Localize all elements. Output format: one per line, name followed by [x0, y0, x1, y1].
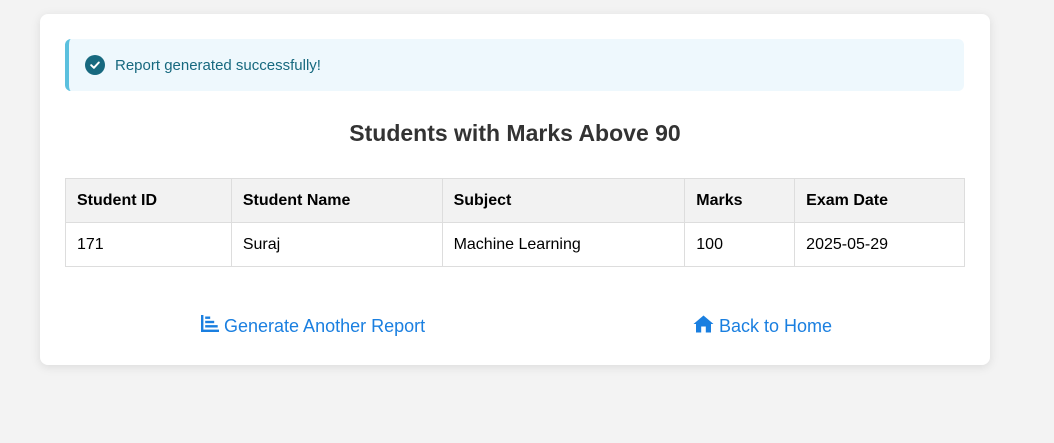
- column-header-student-name: Student Name: [230, 178, 443, 223]
- generate-another-report-label: Generate Another Report: [224, 315, 426, 336]
- page-title: Students with Marks Above 90: [349, 120, 681, 146]
- cell-marks: 100: [684, 222, 796, 267]
- column-header-marks: Marks: [684, 178, 796, 223]
- back-to-home-label: Back to Home: [719, 316, 833, 336]
- back-to-home-link[interactable]: Back to Home: [693, 315, 832, 338]
- check-circle-icon: [85, 55, 105, 75]
- table-header-row: Student ID Student Name Subject Marks Ex…: [65, 178, 965, 223]
- success-message: Report generated successfully!: [115, 56, 321, 74]
- table-row: 171 Suraj Machine Learning 100 2025-05-2…: [65, 222, 965, 267]
- column-header-exam-date: Exam Date: [794, 178, 965, 223]
- cell-student-name: Suraj: [230, 222, 443, 267]
- report-card: Report generated successfully! Students …: [40, 14, 990, 365]
- report-table: Student ID Student Name Subject Marks Ex…: [65, 178, 965, 267]
- home-icon: [693, 315, 719, 338]
- bar-chart-icon: [201, 315, 224, 337]
- column-header-student-id: Student ID: [65, 178, 232, 223]
- cell-exam-date: 2025-05-29: [794, 222, 965, 267]
- generate-another-report-link[interactable]: Generate Another Report: [201, 315, 425, 337]
- cell-student-id: 171: [65, 222, 232, 267]
- column-header-subject: Subject: [441, 178, 686, 223]
- cell-subject: Machine Learning: [441, 222, 686, 267]
- success-alert: Report generated successfully!: [65, 39, 964, 91]
